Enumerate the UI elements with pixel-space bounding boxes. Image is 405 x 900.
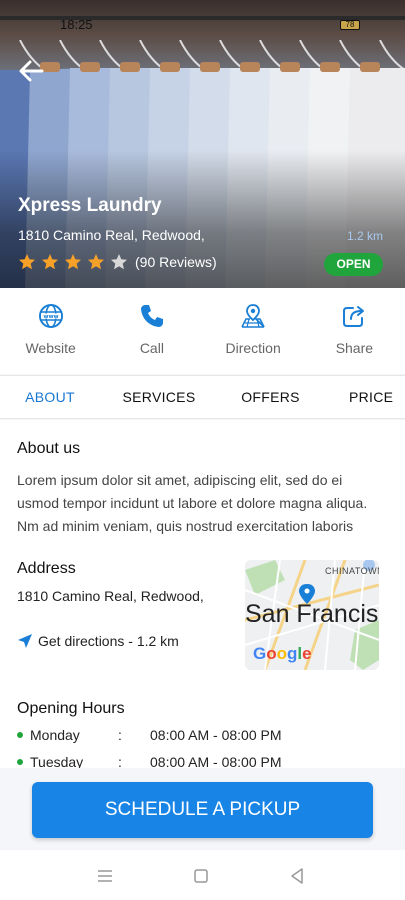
cta-area: SCHEDULE A PICKUP [0,768,405,850]
direction-button[interactable]: Direction [203,288,304,374]
google-logo: Google [253,644,312,663]
star-empty-icon [111,254,127,270]
phone-icon [140,305,163,327]
back-button[interactable] [16,56,46,86]
open-dot-icon [17,732,23,738]
map-neighborhood-label: CHINATOWN [325,566,379,576]
about-content[interactable]: About us Lorem ipsum dolor sit amet, adi… [0,420,405,768]
hours-sep: : [118,727,122,743]
star-filled-icon [88,254,104,270]
map-pin-icon [241,304,265,328]
navigation-arrow-icon [18,634,32,648]
tab-services[interactable]: SERVICES [100,376,218,418]
opening-hours-heading: Opening Hours [17,700,125,717]
arrow-left-icon [19,60,44,82]
tab-offers[interactable]: OFFERS [218,376,323,418]
store-name: Xpress Laundry [18,195,162,216]
status-time: 18:25 [60,17,93,32]
map-thumbnail[interactable]: CHINATOWN San Francis Google [245,560,379,670]
reviews-count[interactable]: (90 Reviews) [135,254,217,270]
store-distance: 1.2 km [346,229,383,243]
hours-row-monday: Monday : 08:00 AM - 08:00 PM [17,727,282,743]
battery-icon: 78 [340,20,360,30]
hours-row-tuesday: Tuesday : 08:00 AM - 08:00 PM [17,754,282,768]
share-button[interactable]: Share [304,288,405,374]
star-rating: (90 Reviews) [18,251,217,273]
hours-sep: : [118,754,122,768]
call-button[interactable]: Call [101,288,202,374]
about-text: Lorem ipsum dolor sit amet, adipiscing e… [17,472,368,534]
hours-time: 08:00 AM - 08:00 PM [150,727,282,743]
about-heading: About us [17,440,81,457]
back-triangle-icon[interactable] [286,865,308,887]
action-bar: www Website Call Direction Share [0,288,405,374]
menu-icon[interactable] [94,865,116,887]
hours-day: Tuesday [30,754,84,768]
website-label: Website [25,340,76,356]
globe-icon: www [38,304,63,328]
status-bar: 18:25 78 [0,0,405,50]
tab-price-list[interactable]: PRICE LIST [323,376,405,418]
get-directions-label: Get directions - 1.2 km [38,633,179,649]
svg-text:www: www [43,314,58,320]
address-heading: Address [17,560,76,577]
tab-about[interactable]: ABOUT [0,376,100,418]
open-dot-icon [17,759,23,765]
home-square-icon[interactable] [190,865,212,887]
map-city-label: San Francis [245,600,379,628]
share-label: Share [335,340,374,356]
schedule-pickup-button[interactable]: SCHEDULE A PICKUP [32,782,373,838]
call-label: Call [139,340,164,356]
star-filled-icon [42,254,58,270]
get-directions-link[interactable]: Get directions - 1.2 km [17,633,179,649]
direction-label: Direction [225,340,281,356]
star-filled-icon [19,254,35,270]
store-address: 1810 Camino Real, Redwood, [18,227,205,243]
status-badge: OPEN [324,253,383,276]
star-filled-icon [65,254,81,270]
tab-bar: ABOUT SERVICES OFFERS PRICE LIST [0,375,405,419]
system-nav-bar [0,850,405,900]
address-text: 1810 Camino Real, Redwood, [17,588,204,604]
website-button[interactable]: www Website [0,288,101,374]
hours-day: Monday [30,727,80,743]
hours-time: 08:00 AM - 08:00 PM [150,754,282,768]
share-icon [343,306,365,327]
